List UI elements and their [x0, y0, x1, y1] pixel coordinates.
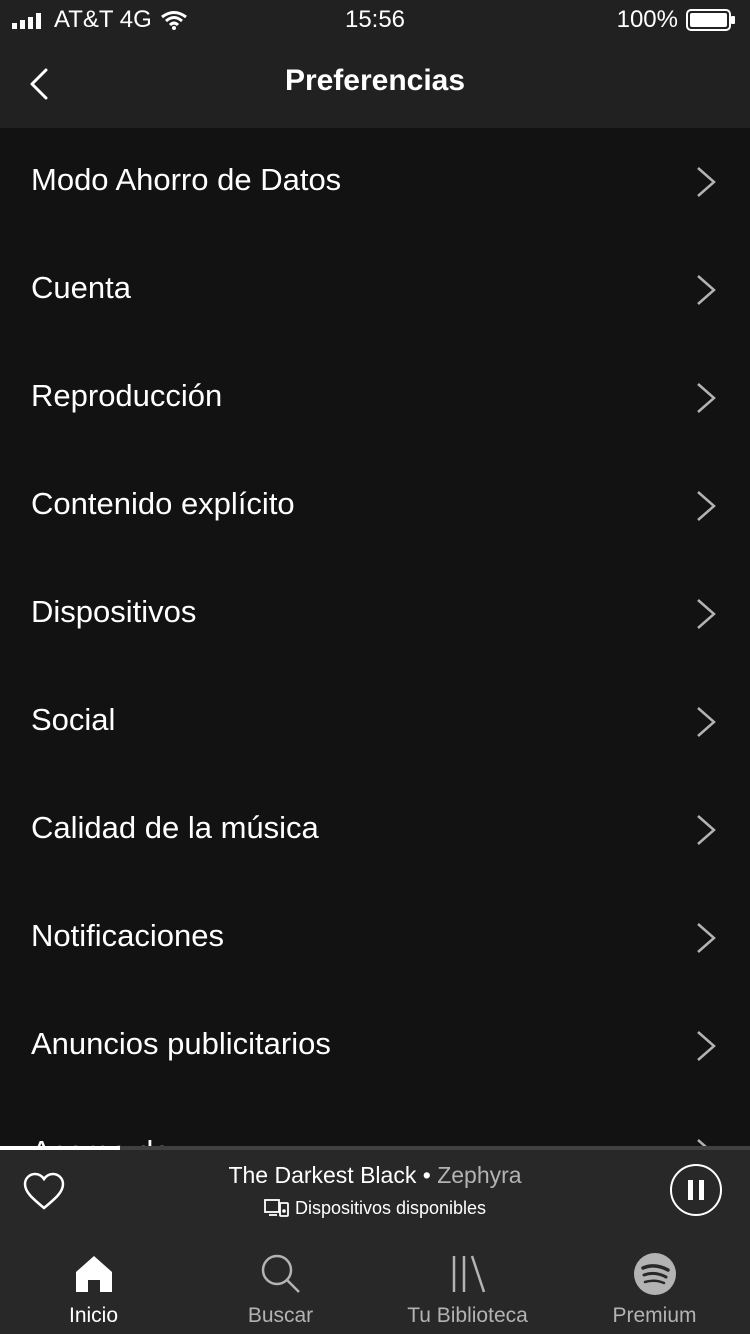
- track-artist: Zephyra: [437, 1162, 522, 1188]
- menu-item-notifications[interactable]: Notificaciones: [0, 884, 750, 992]
- pause-icon: [688, 1180, 704, 1200]
- menu-item-devices[interactable]: Dispositivos: [0, 560, 750, 668]
- chevron-right-icon: [697, 167, 716, 197]
- tab-search[interactable]: Buscar: [187, 1236, 374, 1334]
- tab-label: Buscar: [247, 1304, 314, 1327]
- menu-item-data-saver[interactable]: Modo Ahorro de Datos: [0, 128, 750, 236]
- menu-item-explicit-content[interactable]: Contenido explícito: [0, 452, 750, 560]
- devices-icon: [264, 1199, 289, 1217]
- menu-item-label: Cuenta: [31, 270, 131, 305]
- preferences-list: Modo Ahorro de Datos Cuenta Reproducción…: [0, 128, 750, 1146]
- menu-item-about[interactable]: Acerca de: [0, 1100, 750, 1146]
- nav-bar: Preferencias: [0, 40, 750, 128]
- menu-item-label: Acerca de: [31, 1134, 171, 1146]
- track-info[interactable]: The Darkest Black • Zephyra: [0, 1162, 750, 1189]
- chevron-right-icon: [697, 491, 716, 521]
- battery-percent: 100%: [616, 6, 678, 33]
- tab-label: Premium: [612, 1304, 697, 1327]
- chevron-right-icon: [697, 1139, 707, 1146]
- status-bar: AT&T 4G 15:56 100%: [0, 0, 750, 40]
- pause-button[interactable]: [670, 1164, 722, 1216]
- menu-item-ads[interactable]: Anuncios publicitarios: [0, 992, 750, 1100]
- search-icon: [261, 1254, 300, 1293]
- spotify-icon: [633, 1253, 676, 1295]
- home-icon: [75, 1256, 112, 1292]
- chevron-right-icon: [697, 383, 716, 413]
- devices-label: Dispositivos disponibles: [294, 1198, 487, 1218]
- tab-bar: Inicio Buscar Tu Biblioteca Premium: [0, 1236, 750, 1334]
- tab-label: Tu Biblioteca: [407, 1304, 528, 1327]
- status-right: 100%: [617, 6, 736, 34]
- menu-item-account[interactable]: Cuenta: [0, 236, 750, 344]
- menu-item-label: Dispositivos: [31, 594, 197, 629]
- tab-label: Inicio: [68, 1304, 119, 1327]
- page-title: Preferencias: [284, 64, 466, 97]
- chevron-right-icon: [697, 1031, 716, 1061]
- menu-item-social[interactable]: Social: [0, 668, 750, 776]
- menu-item-label: Social: [31, 702, 116, 737]
- track-separator: •: [416, 1162, 438, 1188]
- battery-icon: [686, 9, 735, 31]
- menu-item-label: Anuncios publicitarios: [31, 1026, 331, 1061]
- menu-item-playback[interactable]: Reproducción: [0, 344, 750, 452]
- menu-item-label: Calidad de la música: [31, 810, 319, 845]
- tab-library[interactable]: Tu Biblioteca: [374, 1236, 561, 1334]
- now-playing-bar[interactable]: The Darkest Black • Zephyra Dispositivos…: [0, 1150, 750, 1237]
- menu-item-label: Reproducción: [31, 378, 223, 413]
- tab-premium[interactable]: Premium: [561, 1236, 748, 1334]
- chevron-right-icon: [697, 275, 716, 305]
- devices-available[interactable]: Dispositivos disponibles: [0, 1198, 750, 1219]
- library-icon: [452, 1255, 485, 1293]
- menu-item-label: Modo Ahorro de Datos: [31, 162, 342, 197]
- menu-item-music-quality[interactable]: Calidad de la música: [0, 776, 750, 884]
- menu-item-label: Notificaciones: [31, 918, 224, 953]
- menu-item-label: Contenido explícito: [31, 486, 295, 521]
- tab-home[interactable]: Inicio: [0, 1236, 187, 1334]
- chevron-right-icon: [697, 599, 716, 629]
- chevron-right-icon: [697, 923, 716, 953]
- chevron-right-icon: [697, 707, 716, 737]
- track-title: The Darkest Black: [228, 1162, 417, 1188]
- chevron-right-icon: [697, 815, 716, 845]
